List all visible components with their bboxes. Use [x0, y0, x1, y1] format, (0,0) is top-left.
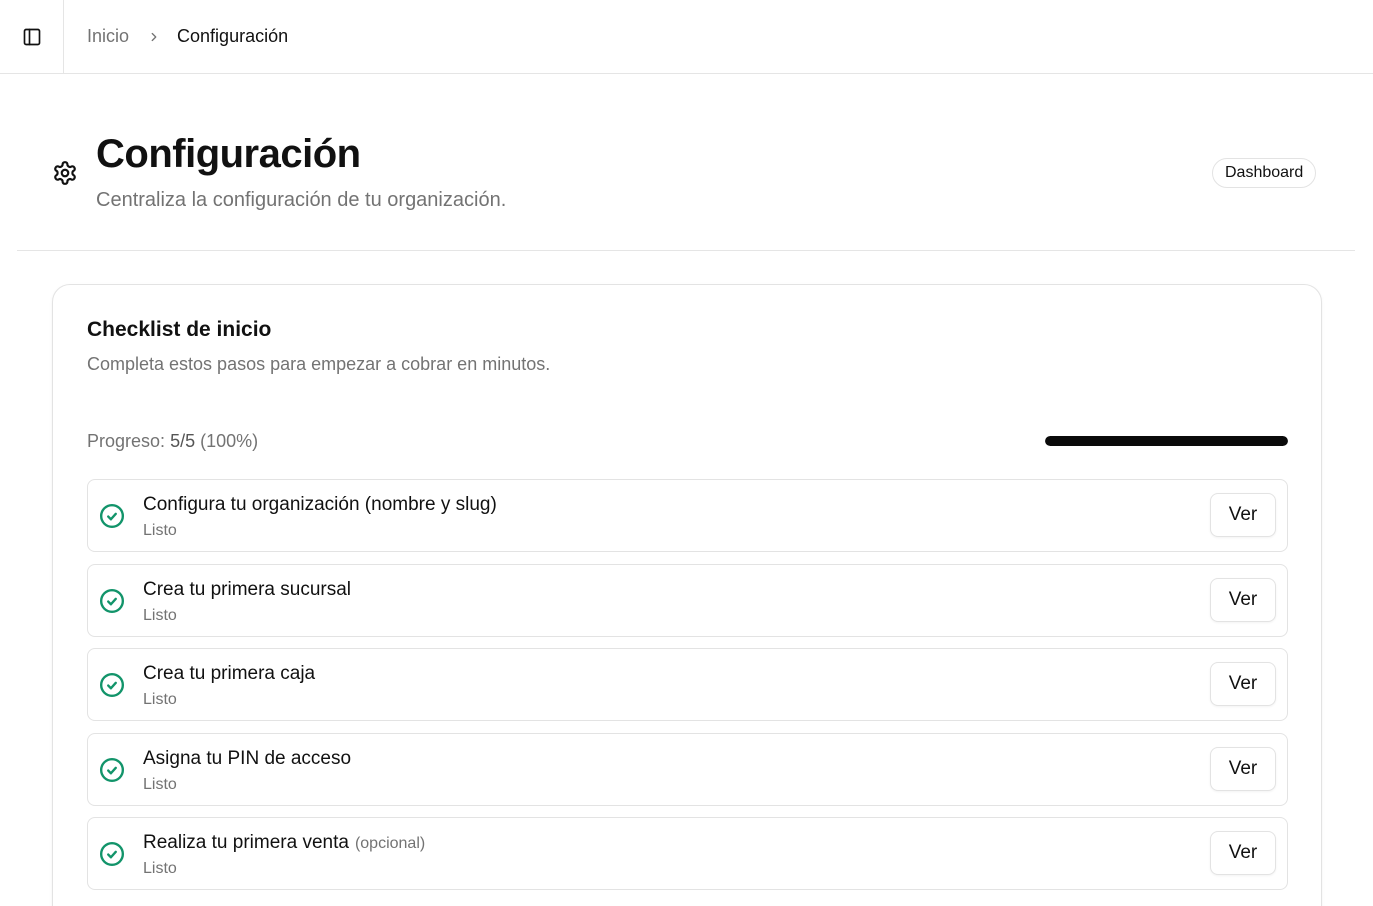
breadcrumb-current: Configuración: [177, 26, 289, 46]
step-status: Listo: [143, 775, 177, 793]
view-step-button[interactable]: Ver: [1210, 662, 1276, 706]
page-title: Configuración: [96, 132, 361, 176]
step-optional-tag: (opcional): [354, 835, 426, 852]
checklist-step: Realiza tu primera venta (opcional) Listo…: [87, 817, 1288, 890]
progress-count: 5/5: [170, 431, 196, 451]
sidebar-panel-icon: [23, 28, 40, 45]
step-title: Crea tu primera caja: [143, 663, 316, 684]
check-circle-icon: [99, 503, 125, 529]
top-bar: Inicio Configuración: [0, 0, 1373, 74]
check-circle-icon: [99, 841, 125, 867]
step-status: Listo: [143, 691, 177, 708]
progress-label-text: Progreso:: [87, 431, 166, 451]
sidebar-toggle-button[interactable]: [0, 0, 64, 73]
progress-label: Progreso: 5/5 (100%): [87, 430, 258, 452]
check-circle-icon: [99, 672, 125, 698]
check-circle-icon: [99, 757, 125, 782]
checklist-step: Crea tu primera sucursal Listo Ver: [87, 563, 1288, 637]
page-subtitle: Centraliza la configuración de tu organi…: [96, 189, 507, 211]
checklist-description: Completa estos pasos para empezar a cobr…: [87, 354, 551, 374]
step-title: Crea tu primera sucursal: [143, 578, 352, 600]
step-title: Realiza tu primera venta (opcional): [143, 832, 426, 853]
checklist-steps: Configura tu organización (nombre y slug…: [87, 479, 1288, 902]
check-circle-icon: [99, 588, 125, 613]
page-header: Configuración Centraliza la configuració…: [17, 74, 1355, 251]
progress-bar: [1045, 436, 1288, 446]
checklist-card: Checklist de inicio Completa estos pasos…: [52, 284, 1322, 906]
breadcrumb-home-link[interactable]: Inicio: [87, 26, 129, 47]
step-status: Listo: [143, 522, 177, 539]
view-step-button[interactable]: Ver: [1210, 493, 1276, 537]
progress-percent: (100%): [200, 431, 259, 451]
checklist-step: Configura tu organización (nombre y slug…: [87, 479, 1288, 552]
progress-bar-fill: [1045, 436, 1288, 446]
view-step-button[interactable]: Ver: [1210, 746, 1276, 791]
gear-icon: [54, 161, 76, 185]
step-status: Listo: [143, 860, 177, 877]
step-status: Listo: [143, 606, 177, 624]
step-title: Configura tu organización (nombre y slug…: [143, 494, 497, 515]
checklist-title: Checklist de inicio: [87, 318, 272, 341]
chevron-right-icon: [147, 30, 161, 44]
checklist-step: Asigna tu PIN de acceso Listo Ver: [87, 732, 1288, 806]
step-title: Asigna tu PIN de acceso: [143, 747, 352, 769]
dashboard-button[interactable]: Dashboard: [1212, 158, 1317, 188]
checklist-step: Crea tu primera caja Listo Ver: [87, 648, 1288, 721]
view-step-button[interactable]: Ver: [1210, 577, 1276, 622]
breadcrumb: Inicio Configuración: [87, 0, 288, 73]
view-step-button[interactable]: Ver: [1210, 831, 1276, 875]
